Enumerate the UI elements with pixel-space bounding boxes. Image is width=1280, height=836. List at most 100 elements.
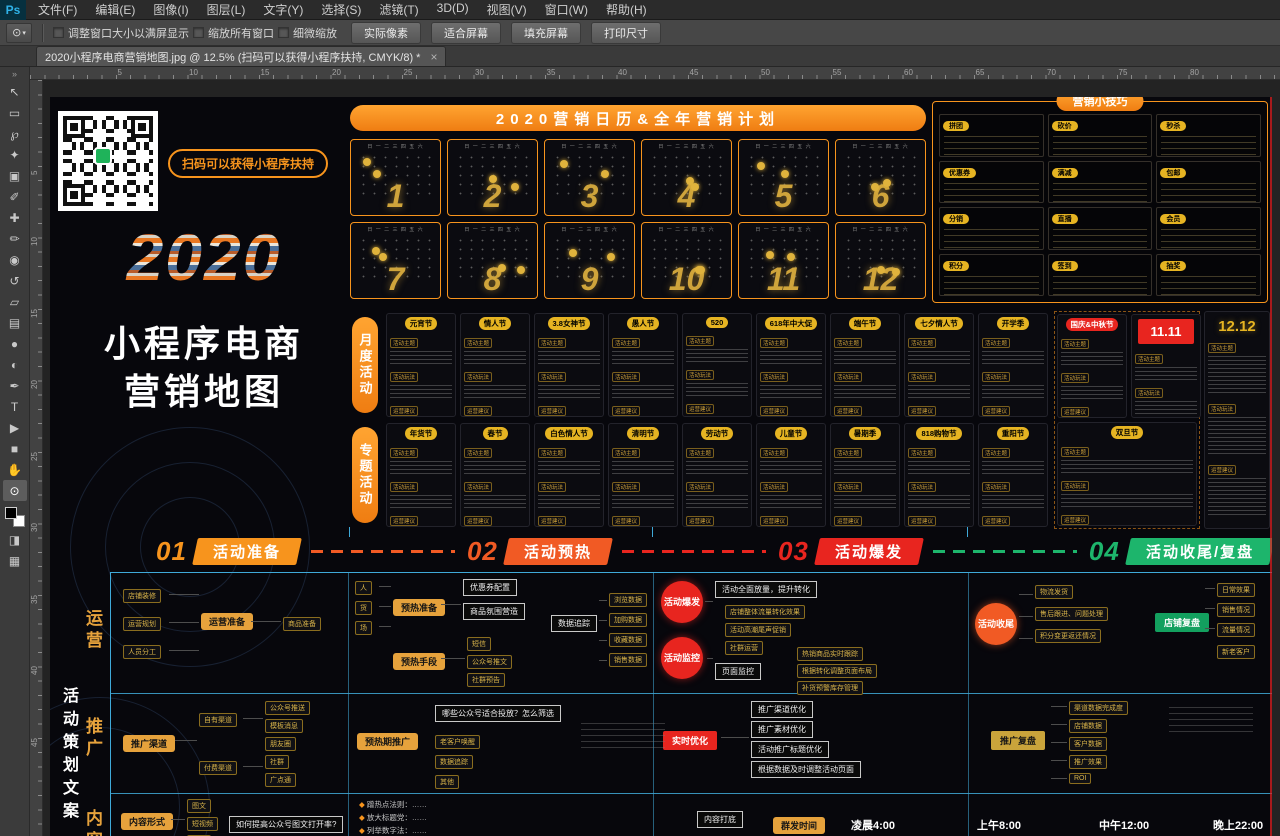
tip-title: 优惠券 xyxy=(943,168,976,178)
activity-card: 劳动节活动主题活动玩法运营建议 xyxy=(682,423,752,527)
mindmap-node: 活动全面放量，提升转化 xyxy=(715,581,817,598)
history-brush-tool[interactable]: ↺ xyxy=(3,270,27,291)
checkbox-icon[interactable] xyxy=(53,27,64,38)
clone-stamp-tool[interactable]: ◉ xyxy=(3,249,27,270)
blur-tool[interactable]: ● xyxy=(3,333,27,354)
path-select-tool[interactable]: ▶ xyxy=(3,417,27,438)
option-checkbox-1[interactable]: 缩放所有窗口 xyxy=(193,25,274,41)
tip-title: 秒杀 xyxy=(1160,121,1186,131)
menu-item-9[interactable]: 窗口(W) xyxy=(545,1,588,18)
checkbox-icon[interactable] xyxy=(193,27,204,38)
month-number: 6 xyxy=(836,178,925,215)
section-label: 活动主题 xyxy=(1135,354,1163,364)
brush-tool[interactable]: ✏ xyxy=(3,228,27,249)
eyedropper-tool[interactable]: ✐ xyxy=(3,186,27,207)
quick-select-tool[interactable]: ✦ xyxy=(3,144,27,165)
activity-card-title: 重阳节 xyxy=(997,427,1030,440)
highlight-dot xyxy=(373,170,381,178)
ruler-mark: 5 xyxy=(118,68,122,77)
type-tool[interactable]: T xyxy=(3,396,27,417)
section-label: 运营建议 xyxy=(390,406,418,416)
magnifier-icon: ⊙ xyxy=(12,26,21,39)
gradient-tool[interactable]: ▤ xyxy=(3,312,27,333)
section-label: 活动玩法 xyxy=(686,482,714,492)
month-10: 日 一 二 三 四 五 六10 xyxy=(641,222,732,299)
section-label: 运营建议 xyxy=(538,406,566,416)
option-checkbox-0[interactable]: 调整窗口大小以满屏显示 xyxy=(53,25,189,41)
menu-item-8[interactable]: 视图(V) xyxy=(487,1,527,18)
activity-card: 618年中大促活动主题活动玩法运营建议 xyxy=(756,313,826,417)
zoom-tool-options-icon[interactable]: ⊙▾ xyxy=(6,23,32,43)
canvas[interactable]: 扫码可以获得小程序扶持 2020 小程序电商 营销地图 2020营销日历&全年营… xyxy=(43,80,1280,836)
checkbox-icon[interactable] xyxy=(278,27,289,38)
double12-label: 12.12 xyxy=(1205,318,1269,335)
document-tab[interactable]: 2020小程序电商营销地图.jpg @ 12.5% (扫码可以获得小程序扶持, … xyxy=(36,46,446,66)
marquee-tool[interactable]: ▭ xyxy=(3,102,27,123)
mindmap-node: 推广渠道优化 xyxy=(751,701,813,718)
menu-item-3[interactable]: 图层(L) xyxy=(207,1,246,18)
vertical-ruler[interactable]: 51015202530354045 xyxy=(30,80,43,836)
section-label: 运营建议 xyxy=(1061,407,1089,417)
move-tool[interactable]: ↖ xyxy=(3,81,27,102)
month-4: 日 一 二 三 四 五 六4 xyxy=(641,139,732,216)
highlight-dot xyxy=(560,160,568,168)
section-text-lines xyxy=(612,495,674,508)
section-label: 活动玩法 xyxy=(908,482,936,492)
options-button-0[interactable]: 实际像素 xyxy=(351,22,421,44)
menu-item-7[interactable]: 3D(D) xyxy=(437,1,469,18)
connector-line xyxy=(169,650,199,651)
shape-tool[interactable]: ■ xyxy=(3,438,27,459)
quick-mask-icon[interactable]: ◨ xyxy=(3,529,27,550)
activity-card-title: 清明节 xyxy=(627,427,660,440)
tab-close-icon[interactable]: × xyxy=(430,50,437,64)
option-checkbox-2[interactable]: 细微缩放 xyxy=(278,25,337,41)
menu-item-1[interactable]: 编辑(E) xyxy=(95,1,135,18)
menu-item-10[interactable]: 帮助(H) xyxy=(606,1,647,18)
activity-card: 情人节活动主题活动玩法运营建议 xyxy=(460,313,530,417)
zoom-tool[interactable]: ⊙ xyxy=(3,480,27,501)
mindmap-node: 社群预告 xyxy=(467,673,505,687)
mindmap-node: 货 xyxy=(355,601,372,615)
content-tip: 放大标题党：…… xyxy=(359,812,649,825)
tip-text-lines xyxy=(1053,183,1148,204)
card-section: 活动玩法 xyxy=(1061,367,1123,399)
healing-brush-tool[interactable]: ✚ xyxy=(3,207,27,228)
highlight-dot xyxy=(691,183,699,191)
card-section: 运营建议 xyxy=(686,398,748,417)
menu-item-4[interactable]: 文字(Y) xyxy=(263,1,303,18)
menu-item-2[interactable]: 图像(I) xyxy=(153,1,188,18)
options-button-2[interactable]: 填充屏幕 xyxy=(511,22,581,44)
hand-tool[interactable]: ✋ xyxy=(3,459,27,480)
mindmap-node: 推广素材优化 xyxy=(751,721,813,738)
menu-item-0[interactable]: 文件(F) xyxy=(38,1,77,18)
section-label: 活动玩法 xyxy=(686,370,714,380)
mindmap-node: 浏览数据 xyxy=(609,593,647,607)
dodge-tool[interactable]: ◐ xyxy=(3,354,27,375)
ruler-mark: 15 xyxy=(261,68,270,77)
connector-line xyxy=(599,660,607,661)
card-section: 活动玩法 xyxy=(834,476,896,508)
options-button-3[interactable]: 打印尺寸 xyxy=(591,22,661,44)
tip-card: 积分 xyxy=(939,254,1044,297)
screen-mode-icon[interactable]: ▦ xyxy=(3,550,27,571)
lasso-tool[interactable]: ℘ xyxy=(3,123,27,144)
section-text-lines xyxy=(1208,417,1266,457)
color-swatches[interactable] xyxy=(5,507,25,527)
connector-line xyxy=(707,658,713,659)
section-text-lines xyxy=(760,351,822,364)
crop-tool[interactable]: ▣ xyxy=(3,165,27,186)
options-button-1[interactable]: 适合屏幕 xyxy=(431,22,501,44)
connector-line xyxy=(721,737,749,738)
section-label: 活动玩法 xyxy=(834,372,862,382)
menu-item-5[interactable]: 选择(S) xyxy=(321,1,361,18)
section-label: 运营建议 xyxy=(464,516,492,526)
activity-card: 春节活动主题活动玩法运营建议 xyxy=(460,423,530,527)
pen-tool[interactable]: ✒ xyxy=(3,375,27,396)
menu-item-6[interactable]: 滤镜(T) xyxy=(379,1,418,18)
eraser-tool[interactable]: ▱ xyxy=(3,291,27,312)
horizontal-ruler[interactable]: 5101520253035404550556065707580 xyxy=(30,67,1280,80)
foreground-color-swatch[interactable] xyxy=(5,507,17,519)
section-label: 运营建议 xyxy=(760,406,788,416)
card-section: 运营建议 xyxy=(1061,509,1193,526)
toolbar-collapse-icon[interactable]: » xyxy=(12,69,17,81)
